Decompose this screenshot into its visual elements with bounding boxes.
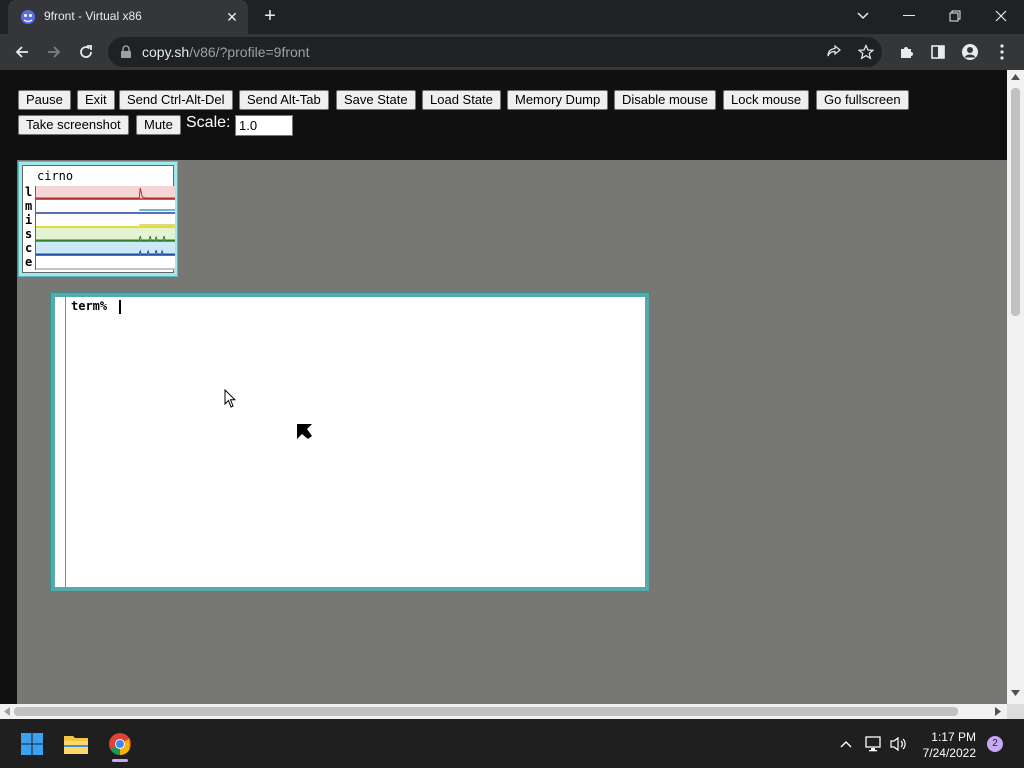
close-window-icon[interactable] bbox=[978, 0, 1024, 32]
tab-active[interactable]: 9front - Virtual x86 ✕ bbox=[8, 0, 248, 34]
tab-title: 9front - Virtual x86 bbox=[44, 9, 142, 23]
terminal-window[interactable]: term% bbox=[50, 292, 650, 592]
scroll-right-arrow-icon[interactable] bbox=[995, 707, 1001, 716]
notification-badge[interactable]: 2 bbox=[987, 736, 1003, 752]
lock-mouse-button[interactable]: Lock mouse bbox=[723, 90, 810, 110]
stat-row-memory: m bbox=[23, 200, 175, 214]
stat-letter: i bbox=[25, 213, 33, 227]
save-state-button[interactable]: Save State bbox=[336, 90, 416, 110]
stats-hostname: cirno bbox=[37, 169, 74, 183]
stat-row-context: c bbox=[23, 242, 175, 256]
exit-button[interactable]: Exit bbox=[77, 90, 115, 110]
vertical-scrollbar[interactable] bbox=[1007, 70, 1024, 704]
new-tab-button[interactable]: + bbox=[258, 5, 282, 29]
share-icon[interactable] bbox=[824, 42, 844, 62]
scroll-up-arrow-icon[interactable] bbox=[1011, 74, 1020, 80]
stat-letter: s bbox=[25, 227, 33, 241]
syscalls-graph bbox=[35, 228, 175, 242]
horizontal-scroll-thumb[interactable] bbox=[14, 707, 958, 716]
interrupts-graph bbox=[35, 214, 175, 228]
memory-graph bbox=[35, 200, 175, 214]
minimize-icon[interactable] bbox=[886, 0, 932, 32]
back-arrow-icon[interactable] bbox=[10, 40, 34, 64]
terminal-prompt: term% bbox=[71, 299, 115, 313]
bookmark-star-icon[interactable] bbox=[856, 42, 876, 62]
stat-letter: m bbox=[25, 199, 33, 213]
stat-letter: c bbox=[25, 241, 33, 255]
scroll-down-arrow-icon[interactable] bbox=[1011, 690, 1020, 696]
kebab-menu-icon[interactable] bbox=[990, 40, 1014, 64]
send-ctrl-alt-del-button[interactable]: Send Ctrl-Alt-Del bbox=[119, 90, 233, 110]
stat-letter: l bbox=[25, 185, 33, 199]
text-cursor bbox=[119, 300, 121, 314]
browser-toolbar: copy.sh/v86/?profile=9front bbox=[0, 34, 1024, 70]
mute-button[interactable]: Mute bbox=[136, 115, 181, 135]
memory-dump-button[interactable]: Memory Dump bbox=[507, 90, 609, 110]
reload-icon[interactable] bbox=[74, 40, 98, 64]
system-clock[interactable]: 1:17 PM 7/24/2022 bbox=[923, 729, 976, 761]
lock-icon[interactable] bbox=[120, 45, 132, 59]
tab-close-icon[interactable]: ✕ bbox=[224, 9, 240, 25]
url-host: copy.sh bbox=[142, 44, 190, 60]
pause-button[interactable]: Pause bbox=[18, 90, 71, 110]
disable-mouse-button[interactable]: Disable mouse bbox=[614, 90, 716, 110]
v86-favicon-icon bbox=[21, 10, 35, 24]
url-text[interactable]: copy.sh/v86/?profile=9front bbox=[142, 44, 309, 60]
plan9-arrow-cursor-icon bbox=[297, 424, 312, 439]
profile-avatar-icon[interactable] bbox=[958, 40, 982, 64]
terminal-body[interactable]: term% bbox=[55, 297, 645, 587]
stat-row-ether: e bbox=[23, 256, 175, 270]
scale-input[interactable] bbox=[235, 115, 293, 136]
mouse-pointer-icon bbox=[224, 389, 236, 408]
side-panel-icon[interactable] bbox=[926, 40, 950, 64]
stats-panel: cirno l m i s c e bbox=[22, 165, 175, 273]
stat-letter: e bbox=[25, 255, 33, 269]
ether-graph bbox=[35, 256, 175, 270]
scroll-left-arrow-icon[interactable] bbox=[4, 707, 10, 716]
load-state-button[interactable]: Load State bbox=[422, 90, 501, 110]
tab-strip: 9front - Virtual x86 ✕ + bbox=[0, 0, 1024, 34]
tab-search-chevron-icon[interactable] bbox=[840, 0, 886, 32]
stat-row-syscalls: s bbox=[23, 228, 175, 242]
context-graph bbox=[35, 242, 175, 256]
terminal-scrollbar[interactable] bbox=[65, 297, 67, 587]
address-bar[interactable]: copy.sh/v86/?profile=9front bbox=[108, 37, 882, 67]
horizontal-scrollbar[interactable] bbox=[0, 704, 1007, 719]
restore-icon[interactable] bbox=[932, 0, 978, 32]
clock-time: 1:17 PM bbox=[931, 730, 976, 744]
vertical-scroll-thumb[interactable] bbox=[1011, 88, 1020, 316]
send-alt-tab-button[interactable]: Send Alt-Tab bbox=[239, 90, 329, 110]
url-path: /v86/?profile=9front bbox=[189, 44, 310, 60]
emulator-screen[interactable]: cirno l m i s c e term% bbox=[17, 160, 1007, 704]
chrome-icon[interactable] bbox=[104, 728, 136, 762]
clock-date: 7/24/2022 bbox=[922, 746, 976, 760]
page-content: Pause Exit Send Ctrl-Alt-Del Send Alt-Ta… bbox=[0, 70, 1007, 704]
stat-row-load: l bbox=[23, 186, 175, 200]
take-screenshot-button[interactable]: Take screenshot bbox=[18, 115, 129, 135]
windows-start-icon[interactable] bbox=[16, 728, 48, 760]
stat-row-interrupts: i bbox=[23, 214, 175, 228]
active-app-indicator bbox=[112, 759, 128, 762]
volume-icon[interactable] bbox=[882, 728, 914, 760]
forward-arrow-icon[interactable] bbox=[42, 40, 66, 64]
file-explorer-icon[interactable] bbox=[60, 728, 92, 760]
stats-window[interactable]: cirno l m i s c e bbox=[18, 161, 178, 277]
taskbar: 1:17 PM 7/24/2022 bbox=[0, 720, 1024, 768]
load-graph bbox=[35, 186, 175, 200]
extensions-puzzle-icon[interactable] bbox=[894, 40, 918, 64]
scrollbar-corner bbox=[1007, 704, 1024, 719]
scale-label: Scale: bbox=[186, 114, 231, 131]
go-fullscreen-button[interactable]: Go fullscreen bbox=[816, 90, 909, 110]
